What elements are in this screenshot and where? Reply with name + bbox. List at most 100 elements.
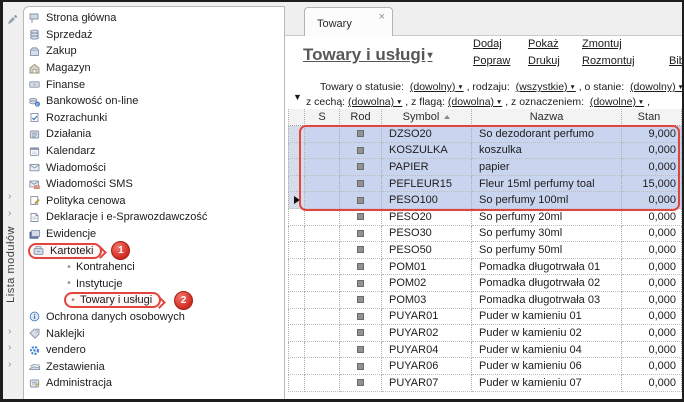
- sidebar-item-magazyn[interactable]: Magazyn: [24, 60, 284, 77]
- cell-rod[interactable]: [340, 341, 382, 359]
- cell-symbol[interactable]: DZSO20: [382, 126, 472, 143]
- table-row[interactable]: PEFLEUR15 Fleur 15ml perfumy toal 15,000: [288, 175, 682, 193]
- sidebar-item-vendero[interactable]: vendero: [24, 342, 284, 359]
- cell-rod[interactable]: [340, 159, 382, 176]
- filter-rodzaj-dropdown[interactable]: (wszystkie): [516, 81, 576, 93]
- cell-s[interactable]: [305, 242, 340, 259]
- table-row[interactable]: PUYAR07 Puder w kamieniu 07 0,000: [288, 374, 682, 392]
- cell-symbol[interactable]: PUYAR01: [382, 308, 472, 326]
- cell-nazwa[interactable]: So dezodorant perfumo: [472, 126, 622, 143]
- sidebar-item-ewidencje[interactable]: Ewidencje: [24, 226, 284, 243]
- cell-symbol[interactable]: PUYAR04: [382, 341, 472, 359]
- cell-symbol[interactable]: PESO30: [382, 225, 472, 243]
- sidebar-item-kalendarz[interactable]: Kalendarz: [24, 143, 284, 160]
- cell-symbol[interactable]: PEFLEUR15: [382, 175, 472, 193]
- cell-s[interactable]: [305, 325, 340, 342]
- cell-rod[interactable]: [340, 275, 382, 292]
- chevron-right-icon[interactable]: ›: [8, 340, 20, 356]
- cell-rod[interactable]: [340, 291, 382, 309]
- header-symbol[interactable]: Symbol: [382, 109, 472, 126]
- cell-nazwa[interactable]: Puder w kamieniu 04: [472, 341, 622, 359]
- tab-towary[interactable]: Towary ×: [304, 7, 393, 36]
- sidebar-item-zestawienia[interactable]: Zestawienia: [24, 358, 284, 375]
- filter-collapse-icon[interactable]: ▼: [293, 92, 302, 102]
- cell-s[interactable]: [305, 159, 340, 176]
- table-row[interactable]: PESO20 So perfumy 20ml 0,000: [288, 208, 682, 226]
- sidebar-item-sprzedaz[interactable]: Sprzedaż: [24, 27, 284, 44]
- filter-stan-dropdown[interactable]: (dowolny): [630, 81, 682, 93]
- cell-s[interactable]: [305, 291, 340, 309]
- table-row[interactable]: PUYAR04 Puder w kamieniu 04 0,000: [288, 341, 682, 359]
- cell-nazwa[interactable]: Puder w kamieniu 02: [472, 325, 622, 342]
- cell-stan[interactable]: 0,000: [622, 341, 682, 359]
- cell-stan[interactable]: 0,000: [622, 258, 682, 276]
- cell-rod[interactable]: [340, 374, 382, 392]
- table-row[interactable]: PAPIER papier 0,000: [288, 159, 682, 176]
- table-row[interactable]: PESO30 So perfumy 30ml 0,000: [288, 225, 682, 243]
- cell-nazwa[interactable]: So perfumy 30ml: [472, 225, 622, 243]
- sidebar-item-dzialania[interactable]: Działania: [24, 126, 284, 143]
- sidebar-item-deklaracje[interactable]: Deklaracje i e-Sprawozdawczość: [24, 209, 284, 226]
- sidebar-item-rozrachunki[interactable]: Rozrachunki: [24, 110, 284, 127]
- action-pokaz[interactable]: Pokaż: [528, 38, 559, 50]
- sidebar-item-instytucje[interactable]: • Instytucje: [24, 276, 284, 293]
- filter-status-dropdown[interactable]: (dowolny): [410, 81, 464, 93]
- cell-rod[interactable]: [340, 308, 382, 326]
- sidebar-item-wiadomosci[interactable]: Wiadomości: [24, 159, 284, 176]
- chevron-right-icon[interactable]: ›: [8, 206, 20, 222]
- sidebar-item-bankowosc-on-line[interactable]: e Bankowość on-line: [24, 93, 284, 110]
- action-dodaj[interactable]: Dodaj: [473, 38, 502, 50]
- action-rozmontuj[interactable]: Rozmontuj: [582, 55, 635, 67]
- cell-stan[interactable]: 15,000: [622, 175, 682, 193]
- sidebar-item-wiadomosci-sms[interactable]: SMS Wiadomości SMS: [24, 176, 284, 193]
- cell-s[interactable]: [305, 308, 340, 326]
- cell-nazwa[interactable]: So perfumy 50ml: [472, 242, 622, 259]
- cell-rod[interactable]: [340, 208, 382, 226]
- cell-nazwa[interactable]: Pomadka długotrwała 02: [472, 275, 622, 292]
- page-title-menu[interactable]: Towary i usługi: [303, 45, 433, 65]
- cell-stan[interactable]: 0,000: [622, 159, 682, 176]
- cell-stan[interactable]: 0,000: [622, 242, 682, 259]
- table-row[interactable]: KOSZULKA koszulka 0,000: [288, 142, 682, 160]
- cell-rod[interactable]: [340, 242, 382, 259]
- sidebar-item-kartoteki[interactable]: Kartoteki 1: [24, 241, 284, 261]
- sidebar-item-naklejki[interactable]: Naklejki: [24, 325, 284, 342]
- header-rod[interactable]: Rod: [340, 109, 382, 126]
- table-row[interactable]: DZSO20 So dezodorant perfumo 9,000: [288, 126, 682, 143]
- action-drukuj[interactable]: Drukuj: [528, 55, 560, 67]
- cell-nazwa[interactable]: Puder w kamieniu 07: [472, 374, 622, 392]
- cell-symbol[interactable]: PUYAR02: [382, 325, 472, 342]
- cell-stan[interactable]: 0,000: [622, 275, 682, 292]
- cell-s[interactable]: [305, 208, 340, 226]
- cell-s[interactable]: [305, 374, 340, 392]
- cell-rod[interactable]: [340, 225, 382, 243]
- cell-symbol[interactable]: POM02: [382, 275, 472, 292]
- cell-symbol[interactable]: POM01: [382, 258, 472, 276]
- cell-symbol[interactable]: POM03: [382, 291, 472, 309]
- action-biblioteka[interactable]: Biblioteka: [669, 55, 682, 67]
- cell-symbol[interactable]: PESO50: [382, 242, 472, 259]
- cell-nazwa[interactable]: Fleur 15ml perfumy toal: [472, 175, 622, 193]
- cell-s[interactable]: [305, 192, 340, 209]
- cell-s[interactable]: [305, 225, 340, 243]
- cell-s[interactable]: [305, 175, 340, 193]
- cell-symbol[interactable]: KOSZULKA: [382, 142, 472, 160]
- chevron-right-icon[interactable]: ›: [8, 324, 20, 340]
- cell-stan[interactable]: 0,000: [622, 374, 682, 392]
- pin-icon[interactable]: [6, 12, 20, 26]
- sidebar-item-polityka-cenowa[interactable]: Polityka cenowa: [24, 193, 284, 210]
- cell-stan[interactable]: 0,000: [622, 225, 682, 243]
- cell-s[interactable]: [305, 275, 340, 292]
- header-marker[interactable]: [288, 109, 305, 126]
- sidebar-item-kontrahenci[interactable]: • Kontrahenci: [24, 259, 284, 276]
- cell-nazwa[interactable]: Pomadka długotrwała 03: [472, 291, 622, 309]
- table-row[interactable]: PESO50 So perfumy 50ml 0,000: [288, 242, 682, 259]
- header-stan[interactable]: Stan: [622, 109, 682, 126]
- action-popraw[interactable]: Popraw: [473, 55, 510, 67]
- cell-nazwa[interactable]: Puder w kamieniu 06: [472, 358, 622, 375]
- sidebar-item-strona-glowna[interactable]: Strona główna: [24, 10, 284, 27]
- cell-symbol[interactable]: PESO100: [382, 192, 472, 209]
- cell-stan[interactable]: 0,000: [622, 142, 682, 160]
- cell-nazwa[interactable]: So perfumy 20ml: [472, 208, 622, 226]
- cell-stan[interactable]: 0,000: [622, 208, 682, 226]
